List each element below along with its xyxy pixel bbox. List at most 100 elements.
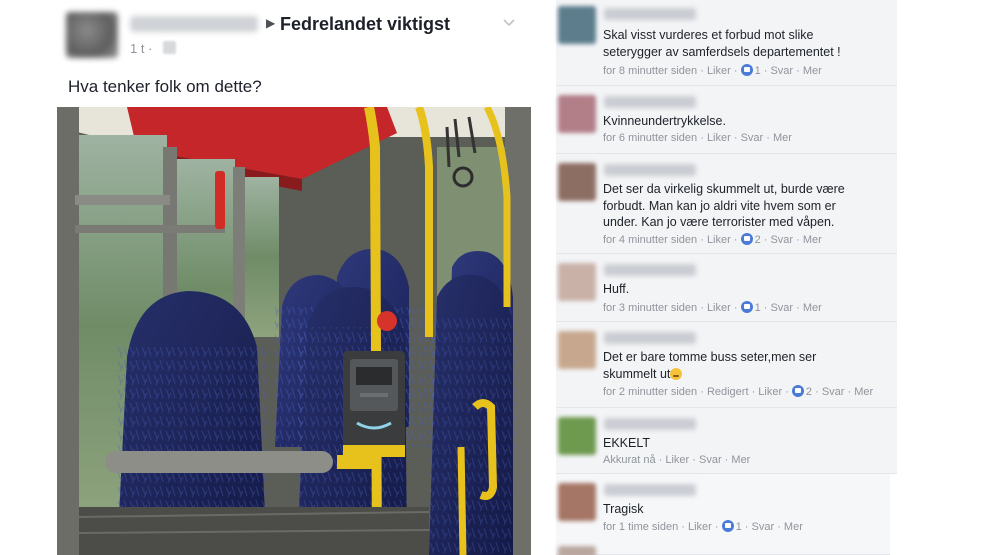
commenter-name-redacted[interactable]	[604, 96, 696, 108]
reply-link[interactable]: Svar	[770, 65, 793, 77]
more-link[interactable]: Mer	[784, 521, 803, 533]
comment-line: EKKELT	[603, 436, 651, 450]
audience-icon	[163, 41, 176, 54]
comment-text: Kvinneundertrykkelse.	[603, 113, 726, 130]
comment-time[interactable]: for 6 minutter siden	[603, 132, 697, 144]
comment-line: Skal visst vurderes et forbud mot slike	[603, 28, 814, 42]
comment-item: Tragisk for 1 time siden · Liker · 1 · S…	[556, 474, 890, 555]
chevron-down-icon[interactable]	[502, 16, 516, 30]
post-text: Hva tenker folk om dette?	[68, 77, 262, 96]
reply-link[interactable]: Svar	[770, 302, 793, 314]
author-name-redacted[interactable]	[130, 16, 258, 32]
commenter-name-redacted[interactable]	[604, 418, 696, 430]
like-link[interactable]: Liker	[758, 386, 782, 398]
more-link[interactable]: Mer	[854, 386, 873, 398]
more-link[interactable]: Mer	[803, 234, 822, 246]
group-name-link[interactable]: Fedrelandet viktigst	[280, 14, 450, 35]
comment-item: EKKELT Akkurat nå · Liker · Svar · Mer	[556, 408, 897, 474]
comment-line: seterygger av samferdsels departementet …	[603, 44, 841, 59]
like-link[interactable]: Liker	[707, 65, 731, 77]
comment-item: Det er bare tomme buss seter,men ser sku…	[556, 322, 897, 408]
comment-meta: for 1 time siden · Liker · 1 · Svar · Me…	[603, 520, 803, 533]
comment-text: Huff.	[603, 281, 629, 298]
reply-link[interactable]: Svar	[752, 521, 775, 533]
commenter-avatar[interactable]	[558, 331, 596, 369]
reaction-count[interactable]: 1	[736, 521, 742, 533]
comment-time[interactable]: Akkurat nå	[603, 454, 656, 466]
reaction-count[interactable]: 1	[755, 302, 761, 314]
like-reaction-icon	[740, 233, 753, 245]
comment-line: skummelt ut	[603, 366, 816, 383]
comment-line-text: skummelt ut	[603, 366, 671, 381]
author-avatar[interactable]	[66, 12, 118, 58]
comments-list: Skal visst vurderes et forbud mot slike …	[556, 0, 897, 555]
commenter-name-redacted[interactable]	[604, 164, 696, 176]
comment-meta: for 6 minutter siden · Liker · Svar · Me…	[603, 132, 792, 144]
like-link[interactable]: Liker	[665, 454, 689, 466]
comment-line: forbudt. Man kan jo aldri vite hvem som …	[603, 198, 836, 213]
comment-text: Tragisk	[603, 501, 644, 518]
comment-time[interactable]: for 3 minutter siden	[603, 302, 697, 314]
comment-time[interactable]: for 2 minutter siden	[603, 386, 697, 398]
comment-line: Det ser da virkelig skummelt ut, burde v…	[603, 182, 845, 196]
more-link[interactable]: Mer	[731, 454, 750, 466]
comment-line: Det er bare tomme buss seter,men ser	[603, 350, 817, 364]
comment-meta: for 4 minutter siden · Liker · 2 · Svar …	[603, 233, 822, 246]
comment-time[interactable]: for 1 time siden	[603, 521, 678, 533]
like-link[interactable]: Liker	[707, 302, 731, 314]
comment-item: Kvinneundertrykkelse. for 6 minutter sid…	[556, 86, 897, 154]
comment-item: Det ser da virkelig skummelt ut, burde v…	[556, 154, 897, 254]
next-comment-preview	[558, 546, 596, 555]
commenter-avatar[interactable]	[558, 6, 596, 44]
commenter-avatar[interactable]	[558, 163, 596, 201]
comment-line: under. Kan jo være terrorister med våpen…	[603, 215, 835, 229]
bus-seats-photo	[57, 107, 531, 555]
edited-label[interactable]: Redigert	[707, 386, 749, 398]
comment-meta: for 8 minutter siden · Liker · 1 · Svar …	[603, 64, 822, 77]
commenter-avatar[interactable]	[558, 95, 596, 133]
comment-line: Kvinneundertrykkelse.	[603, 114, 726, 128]
reaction-count[interactable]: 1	[755, 65, 761, 77]
post-photo[interactable]	[57, 107, 531, 555]
commenter-name-redacted[interactable]	[604, 332, 696, 344]
commenter-avatar[interactable]	[558, 483, 596, 521]
comment-item: Huff. for 3 minutter siden · Liker · 1 ·…	[556, 254, 897, 322]
more-link[interactable]: Mer	[803, 302, 822, 314]
commenter-name-redacted[interactable]	[604, 484, 696, 496]
post-timestamp[interactable]: 1 t ·	[130, 41, 152, 56]
comment-meta: for 3 minutter siden · Liker · 1 · Svar …	[603, 301, 822, 314]
comment-item: Skal visst vurderes et forbud mot slike …	[556, 0, 897, 86]
reply-link[interactable]: Svar	[741, 132, 764, 144]
facebook-post: ▶ Fedrelandet viktigst 1 t · Hva tenker …	[0, 0, 548, 555]
comment-meta: for 2 minutter siden · Redigert · Liker …	[603, 385, 874, 398]
like-link[interactable]: Liker	[707, 132, 731, 144]
like-reaction-icon	[740, 64, 753, 76]
more-link[interactable]: Mer	[773, 132, 792, 144]
comment-text: Det ser da virkelig skummelt ut, burde v…	[603, 181, 845, 231]
comment-text: Det er bare tomme buss seter,men ser sku…	[603, 349, 816, 382]
comment-line: Huff.	[603, 282, 630, 296]
reaction-count[interactable]: 2	[806, 386, 812, 398]
commenter-avatar[interactable]	[558, 263, 596, 301]
comment-text: Skal visst vurderes et forbud mot slike …	[603, 27, 841, 60]
reply-link[interactable]: Svar	[770, 234, 793, 246]
smirk-emoji-icon	[670, 367, 683, 380]
comment-time[interactable]: for 8 minutter siden	[603, 65, 697, 77]
reply-link[interactable]: Svar	[699, 454, 722, 466]
like-reaction-icon	[740, 301, 753, 313]
like-reaction-icon	[791, 385, 804, 397]
commenter-name-redacted[interactable]	[604, 8, 696, 20]
comment-text: EKKELT	[603, 435, 650, 452]
share-arrow-icon: ▶	[266, 16, 276, 30]
commenter-avatar[interactable]	[558, 417, 596, 455]
comment-meta: Akkurat nå · Liker · Svar · Mer	[603, 454, 751, 466]
commenter-name-redacted[interactable]	[604, 264, 696, 276]
reaction-count[interactable]: 2	[755, 234, 761, 246]
like-link[interactable]: Liker	[707, 234, 731, 246]
like-link[interactable]: Liker	[688, 521, 712, 533]
comment-time[interactable]: for 4 minutter siden	[603, 234, 697, 246]
comment-line: Tragisk	[603, 502, 644, 516]
reply-link[interactable]: Svar	[822, 386, 845, 398]
like-reaction-icon	[721, 520, 734, 532]
more-link[interactable]: Mer	[803, 65, 822, 77]
